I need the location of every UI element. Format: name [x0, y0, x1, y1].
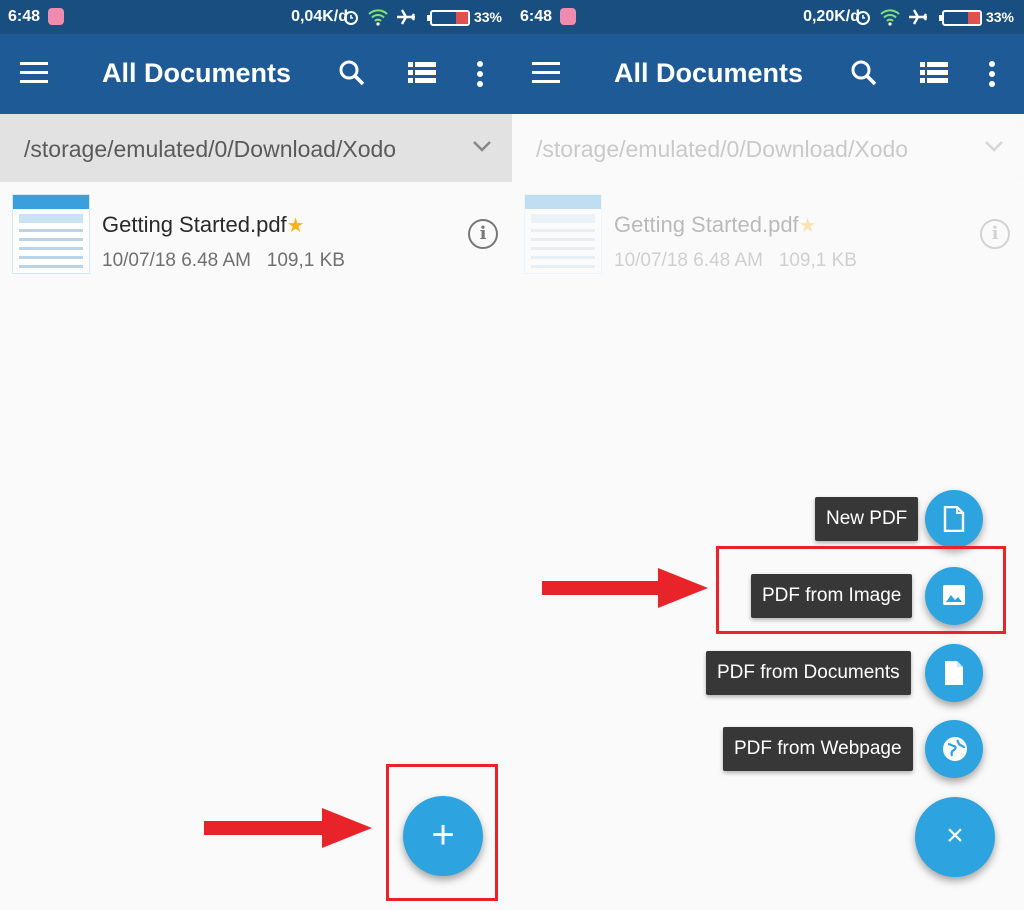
file-list-item: Getting Started.pdf★ 10/07/18 6.48 AM 10…	[512, 190, 1024, 276]
overflow-icon[interactable]	[476, 60, 484, 88]
file-size: 109,1 KB	[778, 250, 857, 271]
pdf-from-webpage-label[interactable]: PDF from Webpage	[723, 727, 913, 771]
page-title: All Documents	[614, 58, 804, 88]
pdf-from-documents-label[interactable]: PDF from Documents	[706, 651, 911, 695]
document-icon	[945, 661, 963, 685]
info-icon: i	[980, 219, 1010, 249]
info-icon[interactable]: i	[468, 219, 498, 249]
star-icon: ★	[286, 215, 305, 237]
list-view-icon[interactable]	[408, 62, 436, 84]
battery-icon	[427, 10, 470, 26]
search-icon[interactable]	[850, 58, 878, 88]
overflow-icon[interactable]	[988, 60, 996, 88]
red-arrow-icon	[204, 808, 372, 848]
close-icon: ×	[946, 819, 964, 852]
notification-icon	[560, 8, 576, 25]
highlight-box-pdf-from-image	[716, 546, 1006, 634]
pdf-thumbnail	[524, 194, 602, 274]
path-dropdown[interactable]: /storage/emulated/0/Download/Xodo	[0, 114, 512, 182]
file-name: Getting Started.pdf★	[102, 212, 305, 237]
wifi-icon	[368, 9, 388, 26]
app-toolbar: All Documents	[0, 34, 512, 114]
app-toolbar: All Documents	[512, 34, 1024, 114]
battery-icon	[939, 10, 982, 26]
wifi-icon	[880, 9, 900, 26]
globe-icon	[943, 737, 967, 761]
file-list-item[interactable]: Getting Started.pdf★ 10/07/18 6.48 AM 10…	[0, 190, 512, 276]
menu-icon[interactable]	[532, 62, 560, 84]
new-pdf-button[interactable]	[925, 490, 983, 548]
battery-percent: 33%	[985, 9, 1014, 25]
pdf-from-documents-button[interactable]	[925, 644, 983, 702]
notification-icon	[48, 8, 64, 25]
red-arrow-icon	[542, 568, 708, 608]
current-path: /storage/emulated/0/Download/Xodo	[24, 136, 397, 162]
highlight-box-fab	[386, 764, 498, 901]
airplane-icon	[397, 9, 415, 25]
chevron-down-icon	[985, 141, 1003, 152]
status-bar: 6:48 0,20K/d 33%	[512, 0, 1024, 34]
alarm-icon	[856, 11, 870, 25]
file-name: Getting Started.pdf★	[614, 212, 817, 237]
airplane-icon	[909, 9, 927, 25]
status-icons	[342, 6, 416, 28]
pdf-from-webpage-button[interactable]	[925, 720, 983, 778]
chevron-down-icon	[473, 141, 491, 152]
path-dropdown: /storage/emulated/0/Download/Xodo	[512, 114, 1024, 182]
network-speed: 0,20K/d	[803, 8, 860, 25]
page-title: All Documents	[102, 58, 292, 88]
file-meta: 10/07/18 6.48 AM 109,1 KB	[102, 250, 345, 272]
status-bar: 6:48 0,04K/d 33%	[0, 0, 512, 34]
alarm-icon	[344, 11, 358, 25]
menu-icon[interactable]	[20, 62, 48, 84]
file-size: 109,1 KB	[266, 250, 345, 271]
status-time: 6:48	[520, 8, 553, 25]
file-date: 10/07/18 6.48 AM	[102, 250, 251, 271]
status-time: 6:48	[8, 8, 41, 25]
network-speed: 0,04K/d	[291, 8, 348, 25]
current-path: /storage/emulated/0/Download/Xodo	[536, 136, 909, 162]
search-icon[interactable]	[338, 58, 366, 88]
battery-percent: 33%	[473, 9, 502, 25]
new-pdf-label[interactable]: New PDF	[815, 497, 919, 541]
pdf-thumbnail	[12, 194, 90, 274]
list-view-icon[interactable]	[920, 62, 948, 84]
star-icon: ★	[798, 215, 817, 237]
file-date: 10/07/18 6.48 AM	[614, 250, 763, 271]
file-meta: 10/07/18 6.48 AM 109,1 KB	[614, 250, 857, 272]
file-icon	[943, 506, 965, 532]
status-icons	[854, 6, 928, 28]
close-fab-button[interactable]: ×	[915, 797, 995, 877]
